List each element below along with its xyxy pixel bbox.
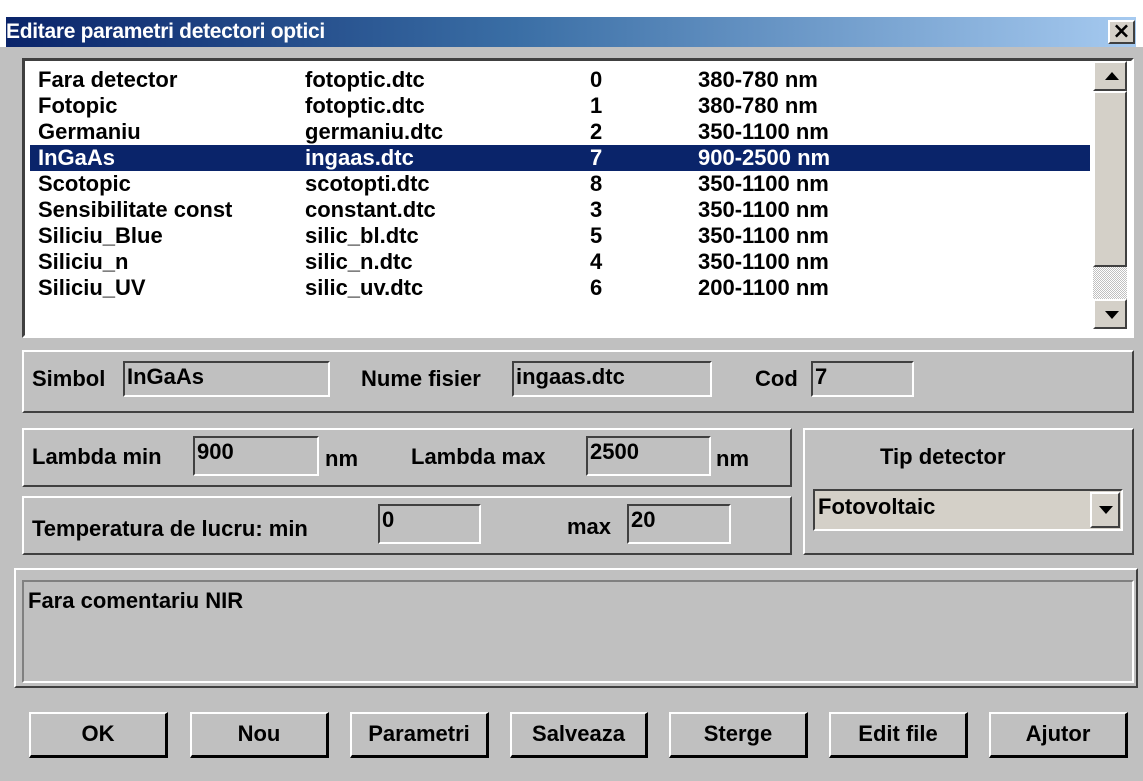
detector-name: Siliciu_n	[38, 249, 129, 274]
list-item[interactable]: Sensibilitate const constant.dtc 3 350-1100…	[30, 197, 1090, 223]
detector-code: 8	[590, 171, 603, 196]
list-item[interactable]: Siliciu_UV silic_uv.dtc 6 200-1100 nm	[30, 275, 1090, 301]
ok-button[interactable]: OK	[29, 712, 168, 758]
lambda-max-input[interactable]: 2500	[586, 436, 711, 476]
lambda-max-label: Lambda max	[411, 444, 546, 469]
list-item[interactable]: Siliciu_n silic_n.dtc 4 350-1100 nm	[30, 249, 1090, 275]
detector-name: InGaAs	[38, 145, 116, 170]
detector-file: fotoptic.dtc	[305, 67, 425, 92]
detector-range: 380-780 nm	[698, 93, 818, 118]
detector-name: Germaniu	[38, 119, 141, 144]
lambda-min-label: Lambda min	[32, 444, 162, 469]
arrow-down-icon	[1105, 311, 1119, 319]
help-button[interactable]: Ajutor	[989, 712, 1128, 758]
detector-file: fotoptic.dtc	[305, 93, 425, 118]
detector-code: 5	[590, 223, 603, 248]
dropdown-button[interactable]	[1090, 492, 1120, 528]
list-item[interactable]: InGaAs ingaas.dtc 7 900-2500 nm	[30, 145, 1090, 171]
delete-button[interactable]: Sterge	[669, 712, 808, 758]
temperature-max-input[interactable]: 20	[627, 504, 731, 544]
detector-range: 350-1100 nm	[698, 249, 829, 274]
temperature-max-label: max	[567, 514, 612, 539]
detector-range: 900-2500 nm	[698, 145, 831, 170]
detector-file: silic_uv.dtc	[305, 275, 424, 300]
temperature-min-input[interactable]: 0	[378, 504, 481, 544]
detector-code: 7	[590, 145, 603, 170]
detector-name: Scotopic	[38, 171, 131, 196]
detector-code: 4	[590, 249, 603, 274]
lambda-min-input[interactable]: 900	[193, 436, 319, 476]
detector-name: Siliciu_UV	[38, 275, 146, 300]
arrow-up-icon	[1105, 72, 1119, 80]
detector-range: 350-1100 nm	[698, 197, 829, 222]
detector-code: 2	[590, 119, 603, 144]
simbol-input[interactable]: InGaAs	[123, 361, 330, 397]
list-item[interactable]: Fara detector fotoptic.dtc 0 380-780 nm	[30, 67, 1090, 93]
close-icon: ×	[1112, 19, 1131, 44]
comment-textarea[interactable]: Fara comentariu NIR	[22, 580, 1134, 683]
detector-range: 380-780 nm	[698, 67, 818, 92]
detector-code: 0	[590, 67, 603, 92]
detector-file: ingaas.dtc	[305, 145, 414, 170]
temperature-min-label: Temperatura de lucru: min	[32, 516, 308, 541]
lambda-min-unit: nm	[325, 446, 358, 471]
scroll-down-button[interactable]	[1093, 299, 1127, 329]
file-name-input[interactable]: ingaas.dtc	[512, 361, 712, 397]
save-button[interactable]: Salveaza	[510, 712, 648, 758]
simbol-label: Simbol	[32, 366, 106, 391]
chevron-down-icon	[1099, 506, 1113, 514]
detector-type-value: Fotovoltaic	[818, 494, 936, 519]
list-vertical-scrollbar[interactable]	[1093, 61, 1127, 329]
scroll-thumb[interactable]	[1093, 91, 1127, 267]
detector-range: 200-1100 nm	[698, 275, 829, 300]
detector-code: 1	[590, 93, 603, 118]
list-item[interactable]: Scotopic scotopti.dtc 8 350-1100 nm	[30, 171, 1090, 197]
cod-input[interactable]: 7	[811, 361, 914, 397]
file-name-label: Nume fisier	[361, 366, 481, 391]
detector-file: scotopti.dtc	[305, 171, 430, 196]
detector-range: 350-1100 nm	[698, 171, 829, 196]
lambda-max-unit: nm	[716, 446, 749, 471]
detector-file: germaniu.dtc	[305, 119, 444, 144]
edit-file-button[interactable]: Edit file	[829, 712, 968, 758]
detector-file: constant.dtc	[305, 197, 436, 222]
close-button[interactable]: ×	[1108, 20, 1135, 44]
detector-code: 3	[590, 197, 603, 222]
detector-file: silic_bl.dtc	[305, 223, 419, 248]
scroll-up-button[interactable]	[1093, 61, 1127, 91]
parameters-button[interactable]: Parametri	[350, 712, 489, 758]
new-button[interactable]: Nou	[190, 712, 329, 758]
detector-name: Fara detector	[38, 67, 178, 92]
list-item[interactable]: Germaniu germaniu.dtc 2 350-1100 nm	[30, 119, 1090, 145]
detector-name: Sensibilitate const	[38, 197, 233, 222]
detector-type-label: Tip detector	[880, 444, 1006, 469]
detector-range: 350-1100 nm	[698, 119, 829, 144]
window-title: Editare parametri detectori optici	[6, 20, 325, 43]
detector-code: 6	[590, 275, 603, 300]
cod-label: Cod	[755, 366, 798, 391]
detector-listbox[interactable]: Fara detector fotoptic.dtc 0 380-780 nm Foto…	[22, 58, 1134, 338]
detector-name: Siliciu_Blue	[38, 223, 163, 248]
detector-type-select[interactable]: Fotovoltaic	[813, 489, 1123, 531]
list-item[interactable]: Fotopic fotoptic.dtc 1 380-780 nm	[30, 93, 1090, 119]
detector-file: silic_n.dtc	[305, 249, 413, 274]
list-item[interactable]: Siliciu_Blue silic_bl.dtc 5 350-1100 nm	[30, 223, 1090, 249]
detector-name: Fotopic	[38, 93, 118, 118]
detector-range: 350-1100 nm	[698, 223, 829, 248]
scroll-track[interactable]	[1093, 267, 1127, 299]
